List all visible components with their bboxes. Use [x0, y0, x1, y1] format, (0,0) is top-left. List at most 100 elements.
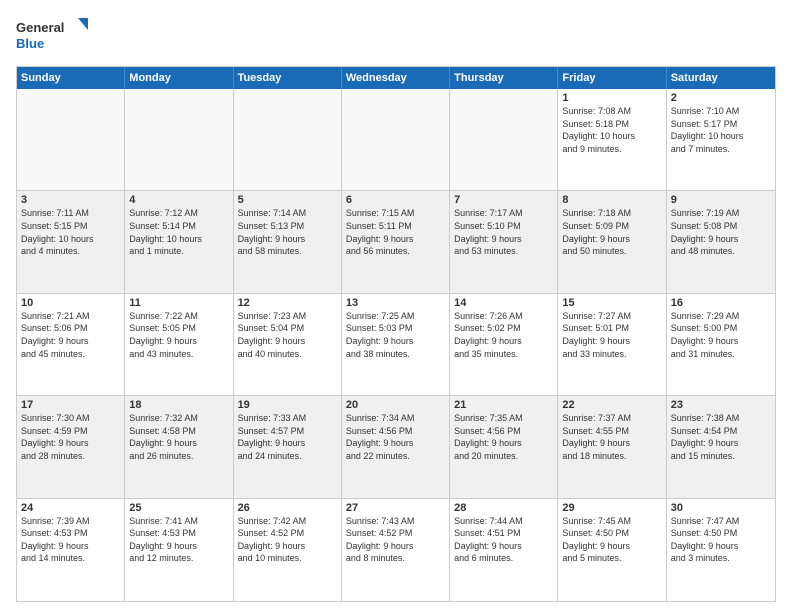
weekday-header: Wednesday [342, 67, 450, 89]
day-number: 25 [129, 502, 228, 514]
day-info: Sunrise: 7:17 AMSunset: 5:10 PMDaylight:… [454, 207, 553, 257]
calendar-day: 2Sunrise: 7:10 AMSunset: 5:17 PMDaylight… [667, 89, 775, 190]
calendar-day: 29Sunrise: 7:45 AMSunset: 4:50 PMDayligh… [558, 499, 666, 601]
calendar-day: 30Sunrise: 7:47 AMSunset: 4:50 PMDayligh… [667, 499, 775, 601]
day-info: Sunrise: 7:23 AMSunset: 5:04 PMDaylight:… [238, 310, 337, 360]
day-number: 12 [238, 297, 337, 309]
page-header: General Blue [16, 16, 776, 56]
day-info: Sunrise: 7:35 AMSunset: 4:56 PMDaylight:… [454, 412, 553, 462]
day-number: 13 [346, 297, 445, 309]
calendar-day: 8Sunrise: 7:18 AMSunset: 5:09 PMDaylight… [558, 191, 666, 292]
weekday-header: Sunday [17, 67, 125, 89]
day-info: Sunrise: 7:44 AMSunset: 4:51 PMDaylight:… [454, 515, 553, 565]
calendar-day: 22Sunrise: 7:37 AMSunset: 4:55 PMDayligh… [558, 396, 666, 497]
day-info: Sunrise: 7:37 AMSunset: 4:55 PMDaylight:… [562, 412, 661, 462]
day-number: 21 [454, 399, 553, 411]
weekday-header: Saturday [667, 67, 775, 89]
day-number: 17 [21, 399, 120, 411]
day-number: 11 [129, 297, 228, 309]
day-info: Sunrise: 7:22 AMSunset: 5:05 PMDaylight:… [129, 310, 228, 360]
day-number: 30 [671, 502, 771, 514]
day-info: Sunrise: 7:33 AMSunset: 4:57 PMDaylight:… [238, 412, 337, 462]
calendar-day: 21Sunrise: 7:35 AMSunset: 4:56 PMDayligh… [450, 396, 558, 497]
day-number: 23 [671, 399, 771, 411]
empty-cell [450, 89, 558, 190]
day-number: 1 [562, 92, 661, 104]
day-info: Sunrise: 7:47 AMSunset: 4:50 PMDaylight:… [671, 515, 771, 565]
day-number: 7 [454, 194, 553, 206]
logo-graphic: General Blue [16, 16, 96, 56]
svg-text:Blue: Blue [16, 36, 44, 51]
day-number: 3 [21, 194, 120, 206]
day-number: 15 [562, 297, 661, 309]
calendar-day: 17Sunrise: 7:30 AMSunset: 4:59 PMDayligh… [17, 396, 125, 497]
day-number: 6 [346, 194, 445, 206]
day-number: 19 [238, 399, 337, 411]
day-number: 20 [346, 399, 445, 411]
empty-cell [17, 89, 125, 190]
weekday-header: Thursday [450, 67, 558, 89]
calendar: SundayMondayTuesdayWednesdayThursdayFrid… [16, 66, 776, 602]
empty-cell [125, 89, 233, 190]
day-info: Sunrise: 7:10 AMSunset: 5:17 PMDaylight:… [671, 105, 771, 155]
day-info: Sunrise: 7:45 AMSunset: 4:50 PMDaylight:… [562, 515, 661, 565]
weekday-header: Friday [558, 67, 666, 89]
day-info: Sunrise: 7:12 AMSunset: 5:14 PMDaylight:… [129, 207, 228, 257]
calendar-header: SundayMondayTuesdayWednesdayThursdayFrid… [17, 67, 775, 89]
calendar-day: 20Sunrise: 7:34 AMSunset: 4:56 PMDayligh… [342, 396, 450, 497]
day-info: Sunrise: 7:38 AMSunset: 4:54 PMDaylight:… [671, 412, 771, 462]
calendar-week: 24Sunrise: 7:39 AMSunset: 4:53 PMDayligh… [17, 499, 775, 601]
empty-cell [234, 89, 342, 190]
day-number: 10 [21, 297, 120, 309]
calendar-day: 15Sunrise: 7:27 AMSunset: 5:01 PMDayligh… [558, 294, 666, 395]
day-info: Sunrise: 7:32 AMSunset: 4:58 PMDaylight:… [129, 412, 228, 462]
day-info: Sunrise: 7:30 AMSunset: 4:59 PMDaylight:… [21, 412, 120, 462]
day-info: Sunrise: 7:14 AMSunset: 5:13 PMDaylight:… [238, 207, 337, 257]
day-number: 28 [454, 502, 553, 514]
calendar-week: 1Sunrise: 7:08 AMSunset: 5:18 PMDaylight… [17, 89, 775, 191]
calendar-day: 26Sunrise: 7:42 AMSunset: 4:52 PMDayligh… [234, 499, 342, 601]
calendar-day: 12Sunrise: 7:23 AMSunset: 5:04 PMDayligh… [234, 294, 342, 395]
calendar-day: 1Sunrise: 7:08 AMSunset: 5:18 PMDaylight… [558, 89, 666, 190]
day-number: 8 [562, 194, 661, 206]
calendar-day: 10Sunrise: 7:21 AMSunset: 5:06 PMDayligh… [17, 294, 125, 395]
calendar-day: 4Sunrise: 7:12 AMSunset: 5:14 PMDaylight… [125, 191, 233, 292]
day-info: Sunrise: 7:19 AMSunset: 5:08 PMDaylight:… [671, 207, 771, 257]
day-number: 2 [671, 92, 771, 104]
calendar-day: 23Sunrise: 7:38 AMSunset: 4:54 PMDayligh… [667, 396, 775, 497]
calendar-day: 24Sunrise: 7:39 AMSunset: 4:53 PMDayligh… [17, 499, 125, 601]
day-info: Sunrise: 7:43 AMSunset: 4:52 PMDaylight:… [346, 515, 445, 565]
calendar-day: 6Sunrise: 7:15 AMSunset: 5:11 PMDaylight… [342, 191, 450, 292]
calendar-body: 1Sunrise: 7:08 AMSunset: 5:18 PMDaylight… [17, 89, 775, 601]
day-number: 9 [671, 194, 771, 206]
calendar-week: 3Sunrise: 7:11 AMSunset: 5:15 PMDaylight… [17, 191, 775, 293]
calendar-day: 9Sunrise: 7:19 AMSunset: 5:08 PMDaylight… [667, 191, 775, 292]
weekday-header: Monday [125, 67, 233, 89]
empty-cell [342, 89, 450, 190]
day-info: Sunrise: 7:25 AMSunset: 5:03 PMDaylight:… [346, 310, 445, 360]
calendar-day: 5Sunrise: 7:14 AMSunset: 5:13 PMDaylight… [234, 191, 342, 292]
calendar-day: 13Sunrise: 7:25 AMSunset: 5:03 PMDayligh… [342, 294, 450, 395]
day-info: Sunrise: 7:42 AMSunset: 4:52 PMDaylight:… [238, 515, 337, 565]
calendar-day: 18Sunrise: 7:32 AMSunset: 4:58 PMDayligh… [125, 396, 233, 497]
calendar-day: 19Sunrise: 7:33 AMSunset: 4:57 PMDayligh… [234, 396, 342, 497]
logo: General Blue [16, 16, 96, 56]
day-number: 18 [129, 399, 228, 411]
calendar-day: 25Sunrise: 7:41 AMSunset: 4:53 PMDayligh… [125, 499, 233, 601]
calendar-day: 11Sunrise: 7:22 AMSunset: 5:05 PMDayligh… [125, 294, 233, 395]
calendar-day: 28Sunrise: 7:44 AMSunset: 4:51 PMDayligh… [450, 499, 558, 601]
day-info: Sunrise: 7:29 AMSunset: 5:00 PMDaylight:… [671, 310, 771, 360]
day-info: Sunrise: 7:26 AMSunset: 5:02 PMDaylight:… [454, 310, 553, 360]
day-number: 24 [21, 502, 120, 514]
calendar-day: 7Sunrise: 7:17 AMSunset: 5:10 PMDaylight… [450, 191, 558, 292]
day-number: 14 [454, 297, 553, 309]
calendar-day: 27Sunrise: 7:43 AMSunset: 4:52 PMDayligh… [342, 499, 450, 601]
day-number: 27 [346, 502, 445, 514]
day-number: 29 [562, 502, 661, 514]
calendar-day: 16Sunrise: 7:29 AMSunset: 5:00 PMDayligh… [667, 294, 775, 395]
day-info: Sunrise: 7:34 AMSunset: 4:56 PMDaylight:… [346, 412, 445, 462]
calendar-week: 17Sunrise: 7:30 AMSunset: 4:59 PMDayligh… [17, 396, 775, 498]
day-info: Sunrise: 7:11 AMSunset: 5:15 PMDaylight:… [21, 207, 120, 257]
calendar-week: 10Sunrise: 7:21 AMSunset: 5:06 PMDayligh… [17, 294, 775, 396]
day-number: 22 [562, 399, 661, 411]
